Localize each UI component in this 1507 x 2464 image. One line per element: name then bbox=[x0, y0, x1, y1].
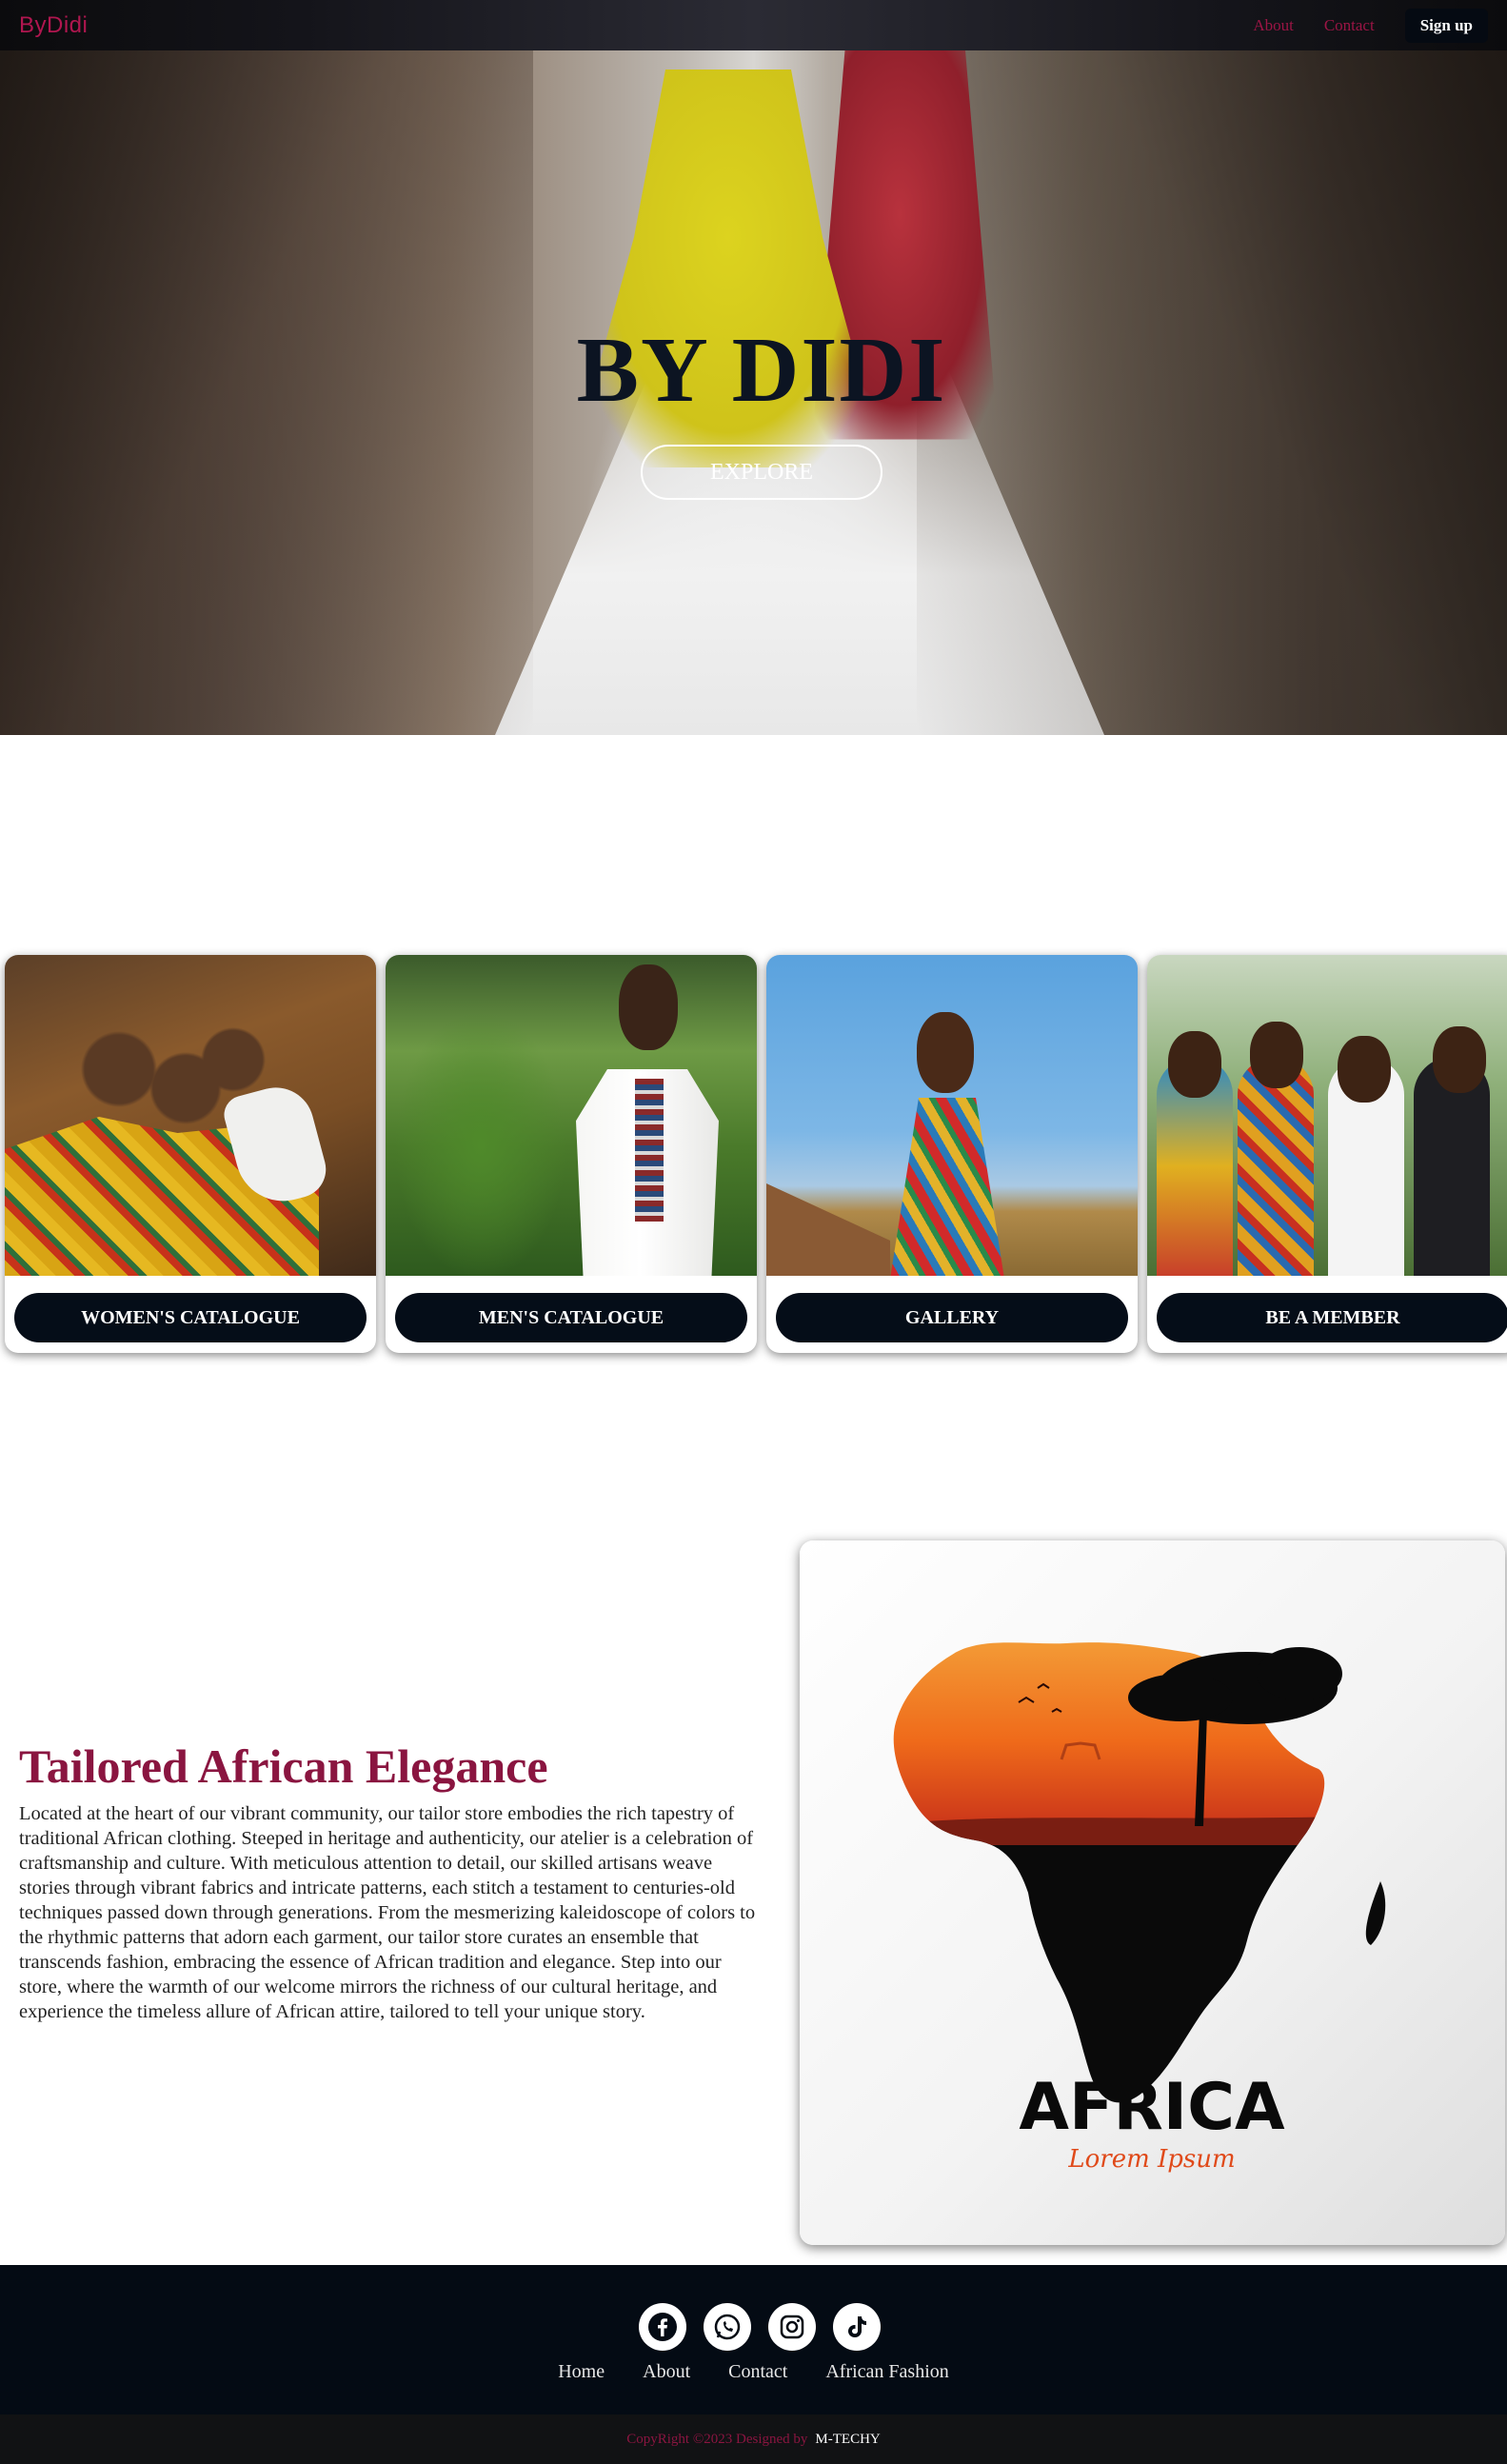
footer-links: Home About Contact African Fashion bbox=[0, 2361, 1507, 2383]
africa-subheading: Lorem Ipsum bbox=[1067, 2145, 1235, 2174]
footer-link-home[interactable]: Home bbox=[558, 2361, 605, 2383]
footer-link-african-fashion[interactable]: African Fashion bbox=[825, 2361, 948, 2383]
africa-heading: AFRICA bbox=[1019, 2070, 1285, 2145]
card-womens-catalogue: WOMEN'S CATALOGUE bbox=[5, 955, 376, 1353]
womens-catalogue-button[interactable]: WOMEN'S CATALOGUE bbox=[14, 1293, 367, 1342]
footer: Home About Contact African Fashion bbox=[0, 2265, 1507, 2414]
hero-title: BY DIDI bbox=[576, 319, 947, 422]
nav-link-about[interactable]: About bbox=[1253, 16, 1294, 35]
card-be-a-member: BE A MEMBER bbox=[1147, 955, 1507, 1353]
gallery-image bbox=[766, 955, 1138, 1276]
about-text: Located at the heart of our vibrant comm… bbox=[19, 1803, 756, 2022]
mens-catalogue-button[interactable]: MEN'S CATALOGUE bbox=[395, 1293, 747, 1342]
nav-links: About Contact Sign up bbox=[1253, 8, 1488, 43]
mens-catalogue-image bbox=[386, 955, 757, 1276]
africa-map-icon: AFRICA Lorem Ipsum bbox=[893, 1642, 1386, 2174]
about-title: Tailored African Elegance bbox=[19, 1739, 548, 1793]
nav-link-contact[interactable]: Contact bbox=[1324, 16, 1375, 35]
face bbox=[1168, 1031, 1221, 1098]
copyright-bar: CopyRight ©2023 Designed by M-TECHY bbox=[0, 2414, 1507, 2464]
be-a-member-button[interactable]: BE A MEMBER bbox=[1157, 1293, 1507, 1342]
signup-button[interactable]: Sign up bbox=[1404, 8, 1488, 43]
head bbox=[619, 964, 678, 1050]
copyright-text: CopyRight ©2023 Designed by bbox=[626, 2431, 808, 2447]
instagram-icon[interactable] bbox=[768, 2303, 816, 2351]
head bbox=[917, 1012, 974, 1093]
africa-illustration: AFRICA Lorem Ipsum bbox=[800, 1540, 1505, 2245]
catalogue-cards: WOMEN'S CATALOGUE MEN'S CATALOGUE GALLER… bbox=[5, 955, 1507, 1353]
face bbox=[1338, 1036, 1391, 1103]
social-icons bbox=[639, 2303, 881, 2351]
womens-catalogue-image bbox=[5, 955, 376, 1276]
explore-button[interactable]: EXPLORE bbox=[641, 445, 882, 500]
card-mens-catalogue: MEN'S CATALOGUE bbox=[386, 955, 757, 1353]
navbar: ByDidi About Contact Sign up bbox=[0, 0, 1507, 50]
author-link[interactable]: M-TECHY bbox=[815, 2432, 880, 2448]
gallery-button[interactable]: GALLERY bbox=[776, 1293, 1128, 1342]
face bbox=[1433, 1026, 1486, 1093]
footer-link-contact[interactable]: Contact bbox=[728, 2361, 787, 2383]
be-a-member-image bbox=[1147, 955, 1507, 1276]
whatsapp-icon[interactable] bbox=[704, 2303, 751, 2351]
person bbox=[1238, 1057, 1314, 1276]
dress bbox=[890, 1098, 1004, 1276]
card-gallery: GALLERY bbox=[766, 955, 1138, 1353]
embroidery bbox=[635, 1079, 664, 1222]
tiktok-icon[interactable] bbox=[833, 2303, 881, 2351]
face bbox=[1250, 1022, 1303, 1088]
hero-banner: BY DIDI EXPLORE bbox=[0, 50, 1507, 735]
cliff bbox=[766, 1183, 890, 1276]
footer-link-about[interactable]: About bbox=[643, 2361, 690, 2383]
facebook-icon[interactable] bbox=[639, 2303, 686, 2351]
brand-logo[interactable]: ByDidi bbox=[19, 12, 88, 39]
